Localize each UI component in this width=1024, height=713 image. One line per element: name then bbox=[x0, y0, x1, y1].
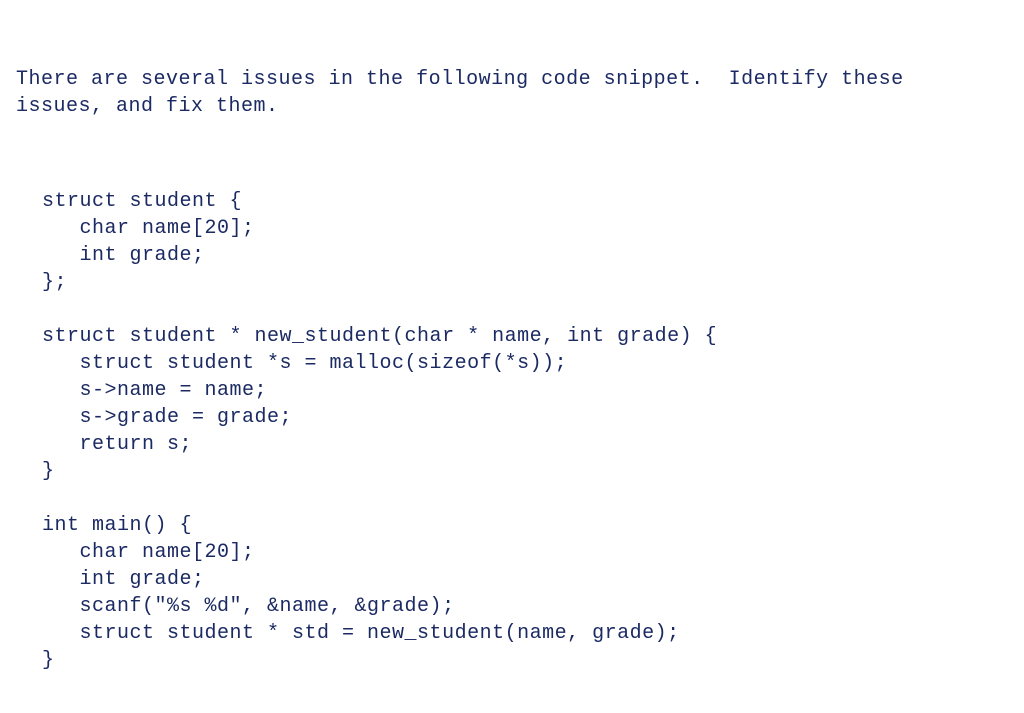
code-line: } bbox=[42, 460, 55, 483]
code-line: s->name = name; bbox=[42, 379, 267, 402]
code-line: int grade; bbox=[42, 244, 205, 267]
code-block: struct student { char name[20]; int grad… bbox=[16, 188, 1008, 674]
code-line: }; bbox=[42, 271, 67, 294]
code-line: s->grade = grade; bbox=[42, 406, 292, 429]
prompt-line-2: issues, and fix them. bbox=[16, 95, 279, 118]
code-line: } bbox=[42, 649, 55, 672]
code-line: return s; bbox=[42, 433, 192, 456]
page: There are several issues in the followin… bbox=[0, 0, 1024, 713]
code-line: int main() { bbox=[42, 514, 192, 537]
code-line: struct student { bbox=[42, 190, 242, 213]
prompt-line-1: There are several issues in the followin… bbox=[16, 68, 904, 91]
code-line: struct student * new_student(char * name… bbox=[42, 325, 717, 348]
code-line: int grade; bbox=[42, 568, 205, 591]
code-line: char name[20]; bbox=[42, 217, 255, 240]
code-line: scanf("%s %d", &name, &grade); bbox=[42, 595, 455, 618]
question-prompt: There are several issues in the followin… bbox=[16, 66, 1008, 120]
code-line: struct student *s = malloc(sizeof(*s)); bbox=[42, 352, 567, 375]
code-line: struct student * std = new_student(name,… bbox=[42, 622, 680, 645]
code-line: char name[20]; bbox=[42, 541, 255, 564]
